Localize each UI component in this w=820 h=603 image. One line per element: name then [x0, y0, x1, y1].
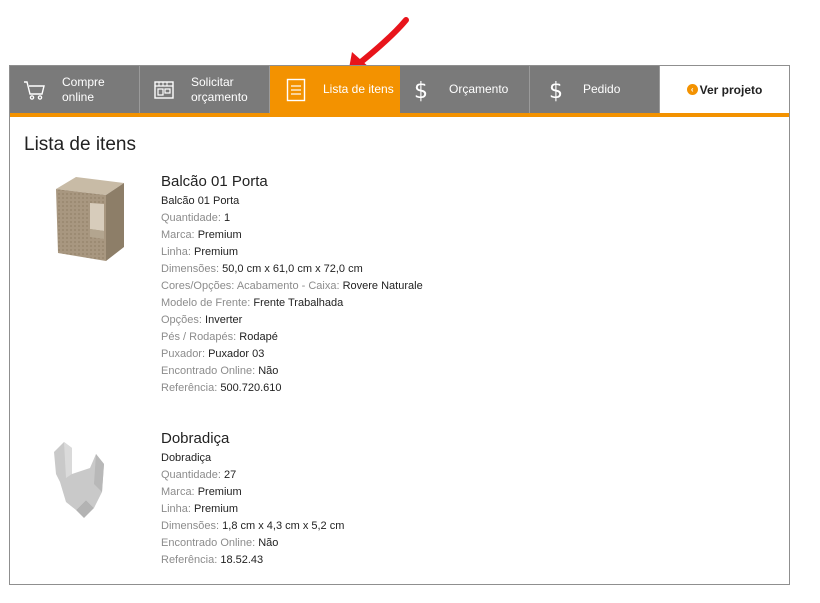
item-field: Linha: Premium	[161, 503, 239, 515]
ver-projeto-label: Ver projeto	[699, 82, 763, 97]
item-field: Linha: Premium	[161, 246, 239, 258]
item-subtitle: Balcão 01 Porta	[161, 195, 240, 207]
list-icon	[283, 77, 309, 103]
accent-divider	[10, 113, 789, 117]
ver-projeto-button[interactable]: ‹ Ver projeto	[660, 66, 789, 113]
tab-lista-label: Lista de itens	[323, 82, 394, 96]
item-field: Cores/Opções: Acabamento - Caixa: Rovere…	[161, 280, 423, 292]
item-details: Dobradiça Dobradiça Quantidade: 27 Marca…	[161, 430, 344, 569]
item-field: Marca: Premium	[161, 486, 242, 498]
svg-text:$: $	[549, 79, 563, 103]
cart-icon	[22, 77, 48, 103]
store-icon	[151, 77, 177, 103]
hinge-thumbnail	[54, 442, 104, 518]
item-details: Balcão 01 Porta Balcão 01 Porta Quantida…	[161, 173, 423, 397]
item-field: Quantidade: 1	[161, 212, 231, 224]
tab-solicitar-line2: orçamento	[191, 89, 248, 104]
item-field: Encontrado Online: Não	[161, 537, 279, 549]
item-name: Balcão 01 Porta	[161, 173, 268, 190]
dollar-icon: $	[543, 77, 569, 103]
tab-compre-line1: Compre	[62, 74, 105, 89]
tab-compre-line2: online	[62, 89, 95, 104]
tab-solicitar-orcamento[interactable]: Solicitar orçamento	[140, 66, 270, 113]
item-subtitle: Dobradiça	[161, 452, 212, 464]
item-name: Dobradiça	[161, 430, 230, 447]
item-field: Opções: Inverter	[161, 314, 243, 326]
page-title: Lista de itens	[24, 134, 136, 155]
item-field: Referência: 18.52.43	[161, 554, 264, 566]
item-field: Dimensões: 50,0 cm x 61,0 cm x 72,0 cm	[161, 263, 363, 275]
item-field: Quantidade: 27	[161, 469, 237, 481]
item-field: Encontrado Online: Não	[161, 365, 279, 377]
top-navigation: Compre online Solicitar orçamento Lista de…	[10, 66, 789, 113]
item-field: Modelo de Frente: Frente Trabalhada	[161, 297, 344, 309]
chevron-left-icon: ‹	[686, 84, 698, 95]
svg-text:$: $	[414, 79, 428, 103]
dollar-icon: $	[408, 77, 434, 103]
tab-lista-de-itens[interactable]: Lista de itens	[270, 66, 400, 113]
project-window: Compre online Solicitar orçamento Lista de…	[9, 65, 790, 585]
item-field: Dimensões: 1,8 cm x 4,3 cm x 5,2 cm	[161, 520, 345, 532]
item-field: Puxador: Puxador 03	[161, 348, 265, 360]
tab-solicitar-line1: Solicitar	[191, 74, 234, 89]
tab-compre-online[interactable]: Compre online	[10, 66, 140, 113]
tab-pedido[interactable]: $ Pedido	[530, 66, 660, 113]
item-field: Pés / Rodapés: Rodapé	[161, 331, 278, 343]
tab-pedido-label: Pedido	[583, 82, 621, 96]
item-field: Referência: 500.720.610	[161, 382, 282, 394]
item-field: Marca: Premium	[161, 229, 242, 241]
tab-orcamento-label: Orçamento	[449, 82, 509, 96]
cabinet-thumbnail	[56, 177, 124, 261]
tab-orcamento[interactable]: $ Orçamento	[400, 66, 530, 113]
